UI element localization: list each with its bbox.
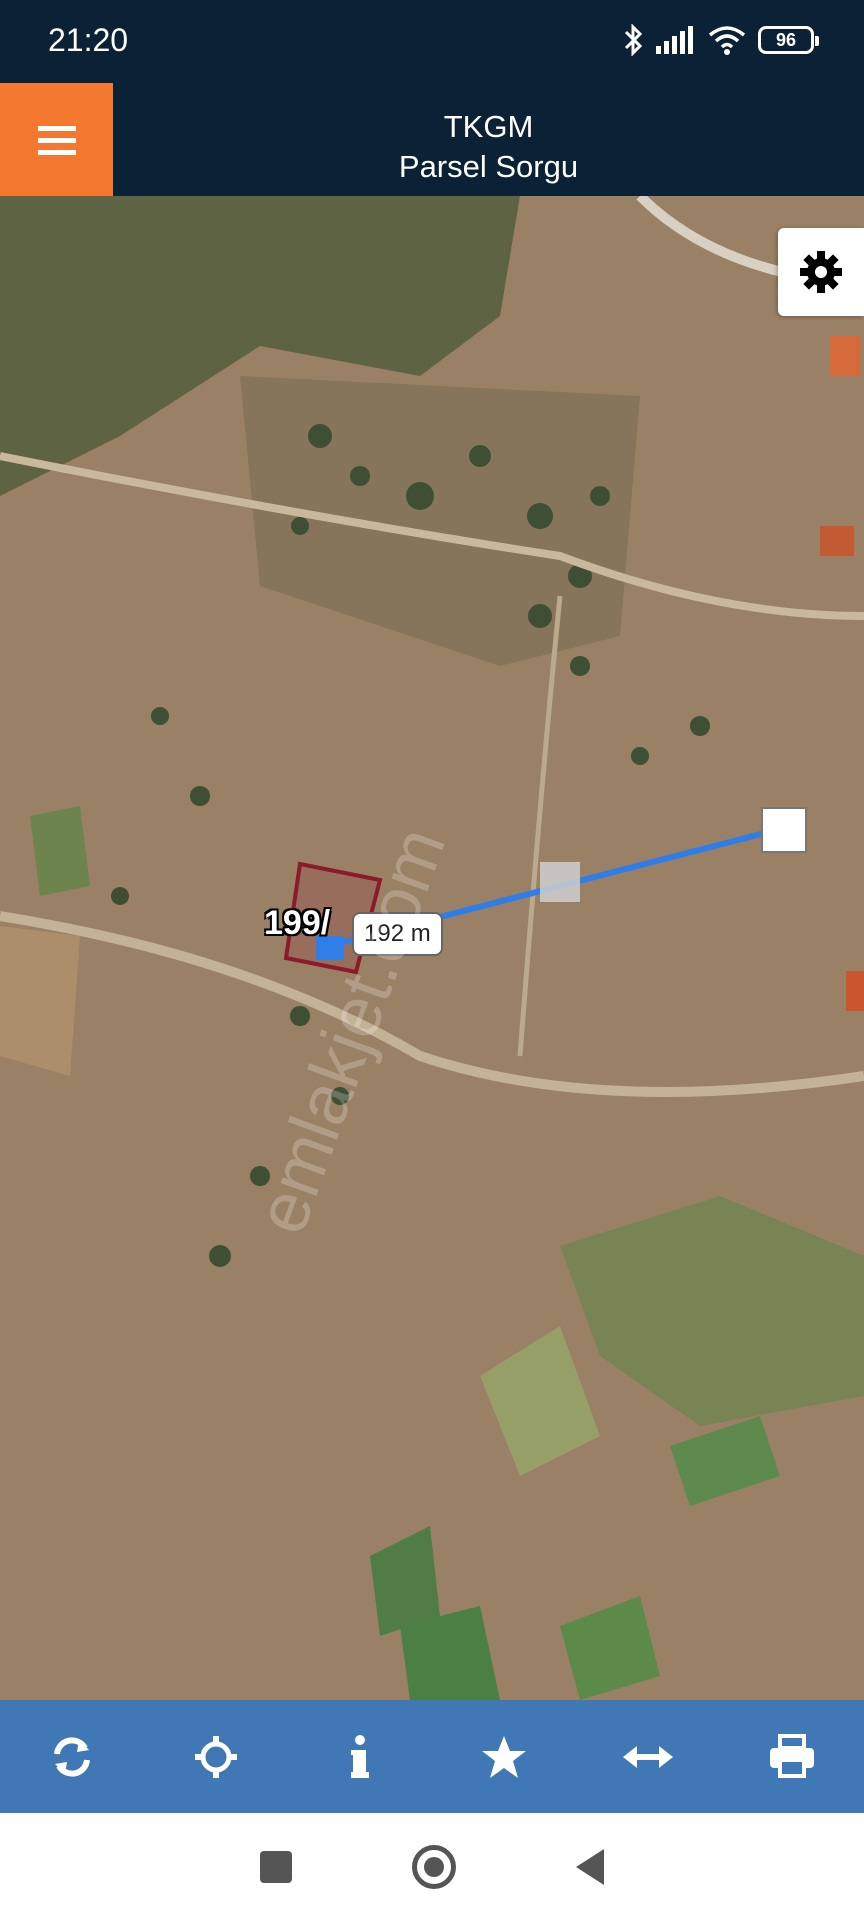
info-button[interactable] (288, 1700, 432, 1813)
info-icon (351, 1734, 369, 1778)
status-time: 21:20 (48, 22, 129, 58)
wifi-icon (708, 26, 746, 55)
crosshair-icon (195, 1735, 237, 1778)
hamburger-icon (37, 125, 76, 155)
print-button[interactable] (720, 1700, 864, 1813)
status-bar: 21:20 96 (0, 0, 864, 83)
header-titles: TKGM Parsel Sorgu (113, 109, 864, 189)
refresh-button[interactable] (0, 1700, 144, 1813)
measure-button[interactable] (576, 1700, 720, 1813)
menu-button[interactable] (0, 83, 113, 196)
app-header: TKGM Parsel Sorgu (0, 83, 864, 196)
system-nav-bar (0, 1813, 864, 1920)
settings-button[interactable] (778, 228, 864, 316)
recents-button[interactable] (260, 1850, 292, 1883)
app-subtitle: Parsel Sorgu (398, 149, 579, 184)
parcel-label[interactable]: 199/ (264, 904, 330, 943)
locate-button[interactable] (144, 1700, 288, 1813)
print-icon (770, 1733, 814, 1778)
bottom-toolbar (0, 1700, 864, 1813)
status-icons: 96 (622, 24, 819, 56)
star-icon (482, 1735, 526, 1778)
favorite-button[interactable] (432, 1700, 576, 1813)
home-button[interactable] (412, 1844, 456, 1889)
battery-level: 96 (775, 29, 797, 50)
signal-icon (656, 26, 693, 54)
bluetooth-icon (624, 24, 643, 56)
app-title: TKGM (443, 109, 534, 144)
back-button[interactable] (576, 1848, 604, 1885)
battery-icon: 96 (758, 26, 819, 54)
gear-icon (800, 251, 842, 293)
refresh-icon (54, 1736, 90, 1777)
arrows-horizontal-icon (623, 1745, 673, 1768)
satellite-map[interactable]: 199/ 192 m emlakjet.com (0, 196, 864, 1700)
